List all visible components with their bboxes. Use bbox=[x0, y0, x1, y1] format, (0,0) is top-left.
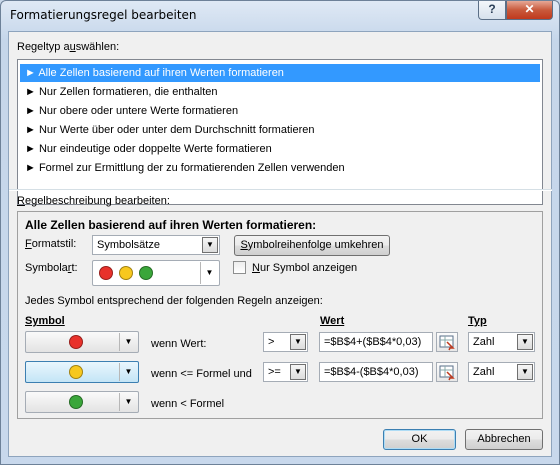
yellow-circle-icon bbox=[69, 365, 83, 379]
symbol-select-2[interactable]: ▼ bbox=[25, 361, 139, 383]
symbolart-label: Symbolart: bbox=[25, 262, 78, 274]
rule-type-item[interactable]: ► Nur Werte über oder unter dem Durchsch… bbox=[20, 121, 540, 139]
type-select-2[interactable]: Zahl ▼ bbox=[468, 362, 535, 382]
operator-select-1[interactable]: > ▼ bbox=[263, 332, 308, 352]
condition-label-3: wenn < Formel bbox=[151, 398, 225, 410]
dialog-content: Regeltyp auswählen: ► Alle Zellen basier… bbox=[8, 31, 552, 457]
dialog-window: Formatierungsregel bearbeiten ? ✕ Regelt… bbox=[0, 0, 560, 465]
rule-type-item[interactable]: ► Nur Zellen formatieren, die enthalten bbox=[20, 83, 540, 101]
window-title: Formatierungsregel bearbeiten bbox=[10, 8, 197, 22]
rule-description-panel: Alle Zellen basierend auf ihren Werten f… bbox=[17, 211, 543, 419]
cancel-button[interactable]: Abbrechen bbox=[465, 429, 543, 450]
chevron-down-icon[interactable]: ▼ bbox=[202, 237, 218, 253]
type-select-1[interactable]: Zahl ▼ bbox=[468, 332, 535, 352]
chevron-down-icon[interactable]: ▼ bbox=[290, 334, 306, 350]
chevron-down-icon[interactable]: ▼ bbox=[517, 364, 533, 380]
value-input-1[interactable]: =$B$4+($B$4*0,03) bbox=[319, 332, 433, 352]
help-button[interactable]: ? bbox=[478, 1, 506, 20]
formatstil-select[interactable]: Symbolsätze ▼ bbox=[92, 235, 220, 255]
red-circle-icon bbox=[99, 266, 113, 280]
rule-type-heading: Regeltyp auswählen: bbox=[17, 41, 120, 53]
chevron-down-icon[interactable]: ▼ bbox=[200, 262, 218, 284]
reverse-symbol-order-button[interactable]: Symbolreihenfolge umkehren bbox=[234, 235, 390, 256]
rules-intro: Jedes Symbol entsprechend der folgenden … bbox=[25, 295, 323, 307]
condition-label-2: wenn <= Formel und bbox=[151, 368, 252, 380]
cell-reference-icon[interactable] bbox=[436, 362, 458, 382]
column-wert-header: Wert bbox=[320, 315, 345, 327]
chevron-down-icon[interactable]: ▼ bbox=[119, 333, 137, 351]
red-circle-icon bbox=[69, 335, 83, 349]
rule-desc-title: Alle Zellen basierend auf ihren Werten f… bbox=[25, 218, 317, 232]
rule-type-item[interactable]: ► Formel zur Ermittlung der zu formatier… bbox=[20, 159, 540, 177]
only-symbol-label: Nur Symbol anzeigen bbox=[252, 262, 358, 274]
rule-type-item[interactable]: ► Nur obere oder untere Werte formatiere… bbox=[20, 102, 540, 120]
rule-type-list[interactable]: ► Alle Zellen basierend auf ihren Werten… bbox=[17, 59, 543, 205]
rule-type-item[interactable]: ► Nur eindeutige oder doppelte Werte for… bbox=[20, 140, 540, 158]
chevron-down-icon[interactable]: ▼ bbox=[119, 363, 137, 381]
green-circle-icon bbox=[69, 395, 83, 409]
chevron-down-icon[interactable]: ▼ bbox=[517, 334, 533, 350]
section-divider bbox=[9, 189, 552, 191]
symbolart-select[interactable]: ▼ bbox=[92, 260, 220, 286]
ok-button[interactable]: OK bbox=[383, 429, 456, 450]
condition-label-1: wenn Wert: bbox=[151, 338, 207, 350]
rule-type-item[interactable]: ► Alle Zellen basierend auf ihren Werten… bbox=[20, 64, 540, 82]
yellow-circle-icon bbox=[119, 266, 133, 280]
value-input-2[interactable]: =$B$4-($B$4*0,03) bbox=[319, 362, 433, 382]
operator-select-2[interactable]: >= ▼ bbox=[263, 362, 308, 382]
rule-desc-heading: Regelbeschreibung bearbeiten: bbox=[17, 195, 170, 207]
chevron-down-icon[interactable]: ▼ bbox=[119, 393, 137, 411]
cell-reference-icon[interactable] bbox=[436, 332, 458, 352]
chevron-down-icon[interactable]: ▼ bbox=[290, 364, 306, 380]
title-bar[interactable]: Formatierungsregel bearbeiten ? ✕ bbox=[1, 1, 559, 31]
close-button[interactable]: ✕ bbox=[506, 1, 553, 20]
column-symbol-header: Symbol bbox=[25, 315, 65, 327]
column-typ-header: Typ bbox=[468, 315, 487, 327]
only-symbol-checkbox[interactable] bbox=[233, 261, 246, 274]
formatstil-label: Formatstil: bbox=[25, 238, 77, 250]
green-circle-icon bbox=[139, 266, 153, 280]
symbol-select-1[interactable]: ▼ bbox=[25, 331, 139, 353]
symbol-select-3[interactable]: ▼ bbox=[25, 391, 139, 413]
